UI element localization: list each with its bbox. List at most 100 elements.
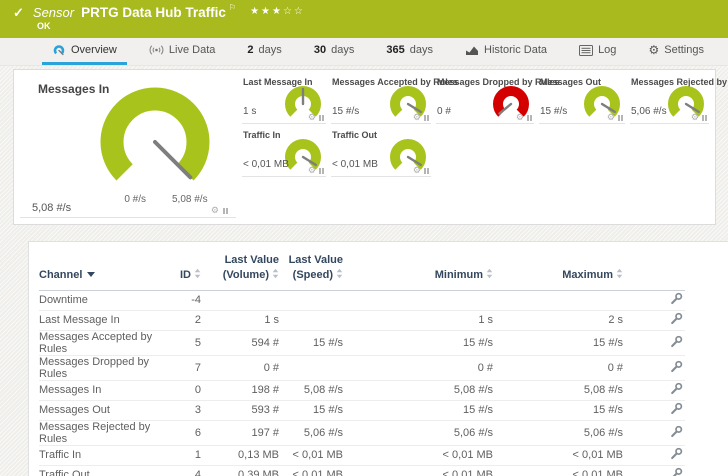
- tab-settings[interactable]: ⚙Settings: [638, 38, 714, 65]
- pause-icon[interactable]: [618, 115, 623, 121]
- cell-actions: [625, 355, 685, 380]
- cell-id: 4: [169, 465, 203, 476]
- cell-lv_volume: 593 #: [203, 400, 281, 420]
- wrench-icon[interactable]: [670, 335, 683, 348]
- tab-30-days[interactable]: 30days: [304, 38, 365, 65]
- cell-maximum: [495, 290, 625, 310]
- tab-number: 2: [247, 44, 253, 56]
- sort-caret-icon: [87, 272, 95, 277]
- sensor-status-badge: OK: [37, 21, 51, 31]
- column-header-lv_speed[interactable]: Last Value(Speed): [281, 248, 345, 290]
- column-header-minimum[interactable]: Minimum: [345, 248, 495, 290]
- tab-number: 365: [386, 44, 404, 56]
- tab-historic-data[interactable]: Historic Data: [455, 38, 557, 65]
- gear-icon[interactable]: ⚙: [308, 113, 316, 122]
- cell-lv_speed: < 0,01 MB: [281, 445, 345, 465]
- column-label: Last Value: [225, 254, 279, 266]
- cell-lv_volume: [203, 290, 281, 310]
- cell-actions: [625, 465, 685, 476]
- cell-channel: Messages Out: [39, 400, 169, 420]
- cell-lv_volume: 0,39 MB: [203, 465, 281, 476]
- cell-lv_speed: 5,06 #/s: [281, 420, 345, 445]
- mini-gauge-panel-1: Last Message In1 s⚙: [242, 74, 326, 124]
- column-header-channel[interactable]: Channel: [39, 248, 169, 290]
- cell-minimum: < 0,01 MB: [345, 445, 495, 465]
- gear-icon[interactable]: ⚙: [308, 166, 316, 175]
- gear-icon[interactable]: ⚙: [211, 206, 219, 215]
- cell-maximum: 5,08 #/s: [495, 380, 625, 400]
- cell-id: 1: [169, 445, 203, 465]
- table-row-messages-accepted-by-rules: Messages Accepted by Rules5594 #15 #/s15…: [39, 330, 685, 355]
- tab-number: 30: [314, 44, 326, 56]
- mini-gauge-value: < 0,01 MB: [243, 159, 289, 170]
- tab-label: days: [410, 44, 433, 56]
- wrench-icon[interactable]: [670, 425, 683, 438]
- column-label: Maximum: [562, 269, 613, 281]
- gear-icon[interactable]: ⚙: [607, 113, 615, 122]
- cell-channel: Messages In: [39, 380, 169, 400]
- gear-icon[interactable]: ⚙: [413, 166, 421, 175]
- cell-id: 7: [169, 355, 203, 380]
- cell-maximum: < 0,01 MB: [495, 465, 625, 476]
- tab-overview[interactable]: Overview: [42, 38, 127, 65]
- mini-gauge-grid: Last Message In1 s⚙Messages Accepted by …: [242, 74, 709, 224]
- gear-icon[interactable]: ⚙: [691, 113, 699, 122]
- main-gauge-panel: Messages In 0 #/s 5,08 #/s 5,08 #/s ⚙: [20, 74, 236, 218]
- tab-2-days[interactable]: 2 days: [237, 38, 291, 65]
- cell-id: 6: [169, 420, 203, 445]
- live-data-icon: [149, 44, 164, 56]
- tab-label: Overview: [71, 44, 117, 56]
- mini-gauge-panel-2: Messages Accepted by Rules15 #/s⚙: [331, 74, 431, 124]
- cell-maximum: 0 #: [495, 355, 625, 380]
- table-row-messages-rejected-by-rules: Messages Rejected by Rules6197 #5,06 #/s…: [39, 420, 685, 445]
- tab-log[interactable]: Log: [569, 38, 626, 65]
- mini-gauge-panel-4: Messages Out15 #/s⚙: [539, 74, 625, 124]
- cell-maximum: 2 s: [495, 310, 625, 330]
- table-row-downtime: Downtime-4: [39, 290, 685, 310]
- cell-channel: Last Message In: [39, 310, 169, 330]
- gear-icon[interactable]: ⚙: [413, 113, 421, 122]
- cell-minimum: 15 #/s: [345, 330, 495, 355]
- pause-icon[interactable]: [702, 115, 707, 121]
- tab-live-data[interactable]: Live Data: [139, 38, 225, 65]
- flag-icon[interactable]: ⚐: [229, 3, 236, 12]
- pause-icon[interactable]: [319, 115, 324, 121]
- pause-icon[interactable]: [319, 168, 324, 174]
- gear-icon[interactable]: ⚙: [516, 113, 524, 122]
- wrench-icon[interactable]: [670, 382, 683, 395]
- cell-lv_speed: < 0,01 MB: [281, 465, 345, 476]
- pause-icon[interactable]: [424, 168, 429, 174]
- wrench-icon[interactable]: [670, 292, 683, 305]
- tab-365-days[interactable]: 365 days: [376, 38, 443, 65]
- sensor-title: PRTG Data Hub Traffic: [81, 5, 226, 20]
- table-row-messages-out: Messages Out3593 #15 #/s15 #/s15 #/s: [39, 400, 685, 420]
- column-header-id[interactable]: ID: [169, 248, 203, 290]
- wrench-icon[interactable]: [670, 360, 683, 373]
- column-header-actions: [625, 248, 685, 290]
- tab-label: days: [259, 44, 282, 56]
- cell-actions: [625, 400, 685, 420]
- column-sublabel: (Volume): [223, 269, 269, 281]
- channel-table: ChannelID Last Value (Volume) Last Value(Sp…: [39, 248, 685, 476]
- wrench-icon[interactable]: [670, 312, 683, 325]
- table-row-traffic-out: Traffic Out40,39 MB< 0,01 MB< 0,01 MB< 0…: [39, 465, 685, 476]
- cell-lv_volume: 197 #: [203, 420, 281, 445]
- wrench-icon[interactable]: [670, 447, 683, 460]
- wrench-icon[interactable]: [670, 467, 683, 476]
- pause-icon[interactable]: [527, 115, 532, 121]
- cell-channel: Messages Dropped by Rules: [39, 355, 169, 380]
- pause-icon[interactable]: [223, 208, 228, 214]
- star-rating[interactable]: ★★★☆☆: [250, 6, 305, 17]
- pause-icon[interactable]: [424, 115, 429, 121]
- cell-id: 5: [169, 330, 203, 355]
- cell-channel: Downtime: [39, 290, 169, 310]
- wrench-icon[interactable]: [670, 402, 683, 415]
- column-header-maximum[interactable]: Maximum: [495, 248, 625, 290]
- mini-gauge-value: 0 #: [437, 106, 451, 117]
- column-header-lv_volume[interactable]: Last Value (Volume): [203, 248, 281, 290]
- cell-maximum: 15 #/s: [495, 330, 625, 355]
- cell-id: 0: [169, 380, 203, 400]
- cell-channel: Messages Accepted by Rules: [39, 330, 169, 355]
- cell-actions: [625, 290, 685, 310]
- mini-gauge-value: 15 #/s: [332, 106, 359, 117]
